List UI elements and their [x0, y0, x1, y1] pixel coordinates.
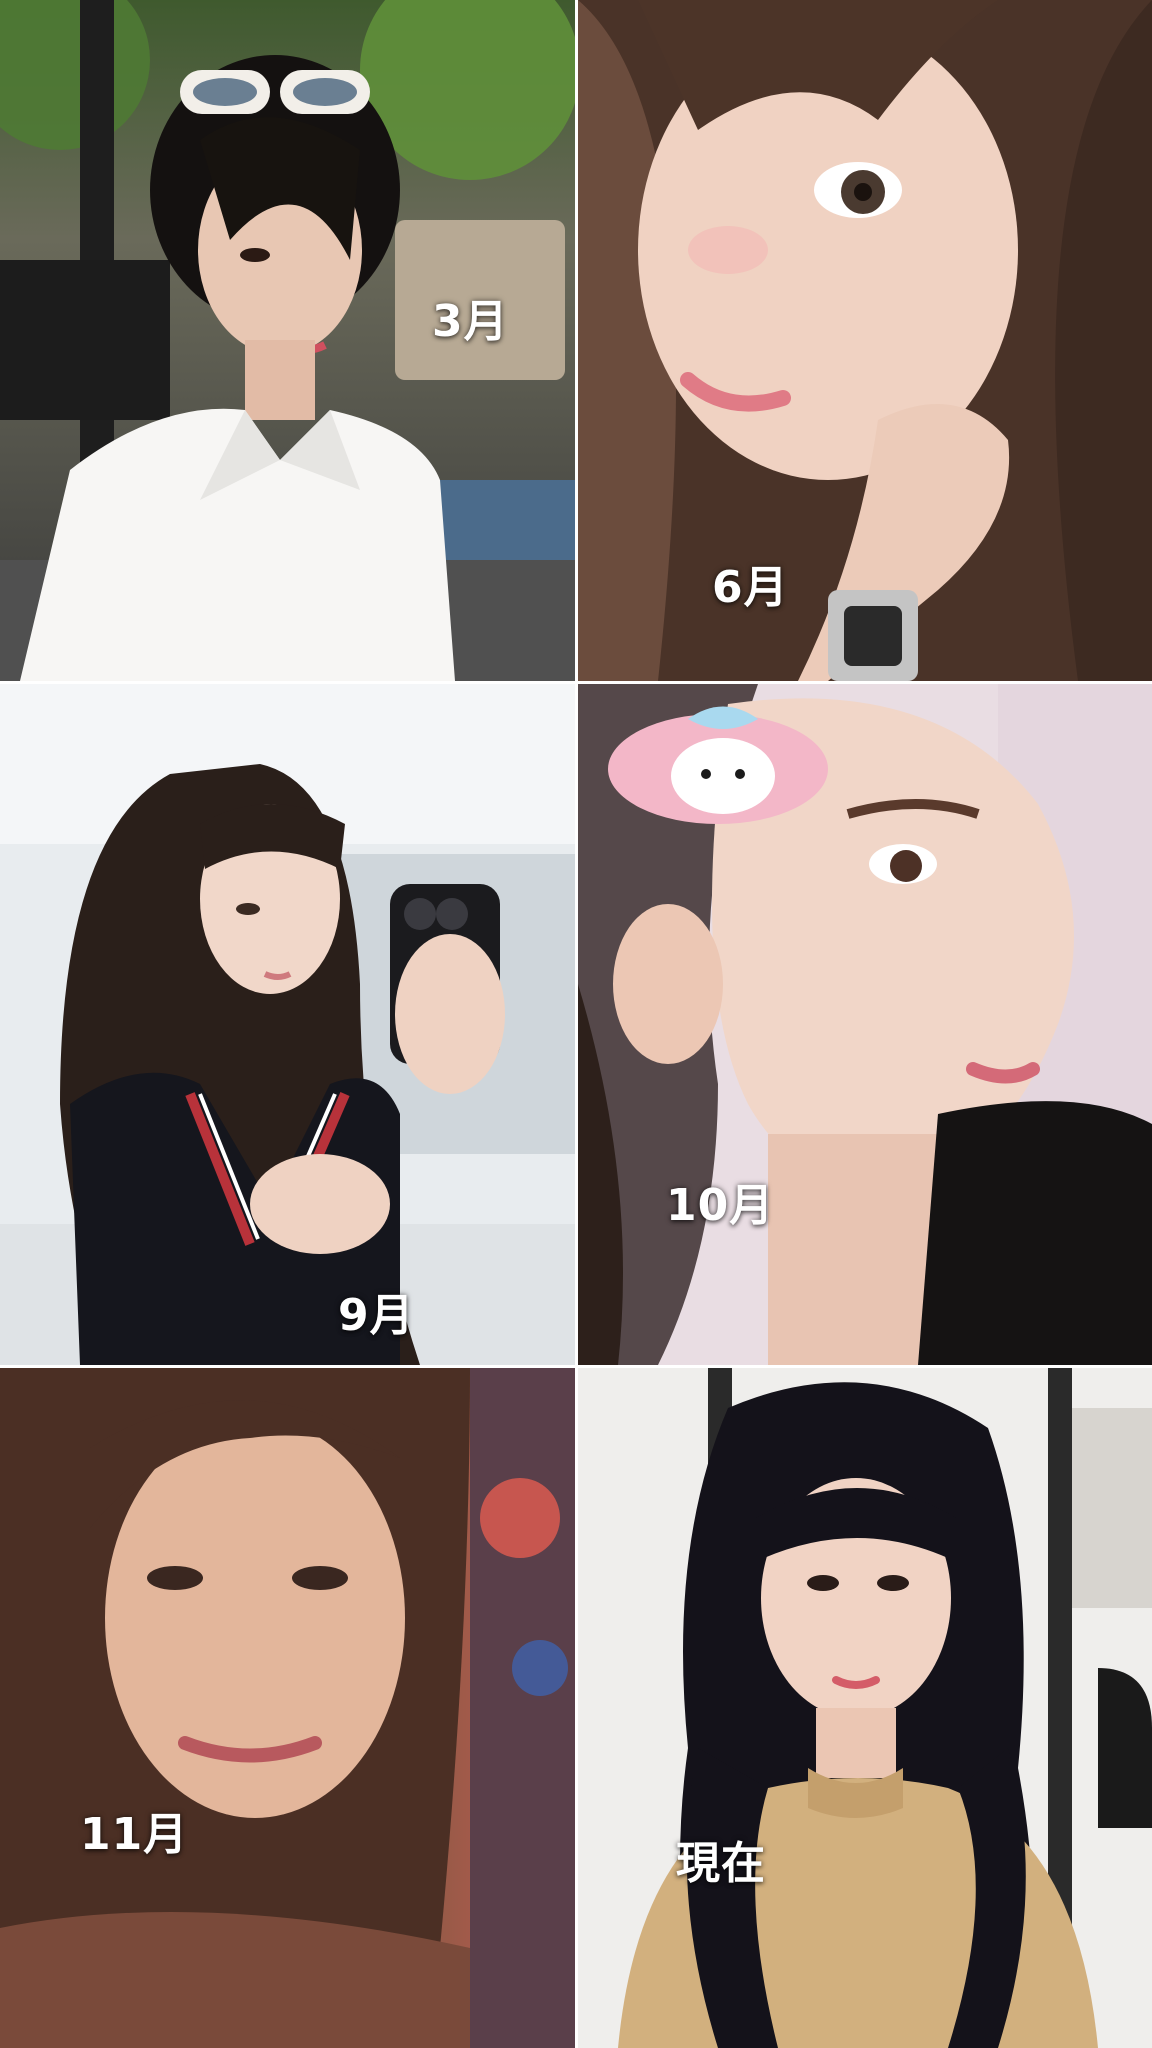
photo-tile-3: 9月	[0, 684, 575, 1365]
photo-collage-grid: 3月 6月 9月 10月 11月 現在	[0, 0, 1152, 2048]
month-label: 6月	[712, 562, 789, 613]
photo-tile-2: 6月	[578, 0, 1152, 681]
month-label: 10月	[666, 1180, 775, 1231]
photo-tile-6: 現在	[578, 1368, 1152, 2048]
photo-tile-4: 10月	[578, 684, 1152, 1365]
photo-blurry-selfie	[0, 1368, 575, 2048]
month-label: 11月	[80, 1809, 189, 1860]
photo-current-long-hair	[578, 1368, 1152, 2048]
month-label: 現在	[676, 1838, 766, 1889]
month-label: 3月	[432, 296, 509, 347]
photo-tile-5: 11月	[0, 1368, 575, 2048]
photo-profile-hair-clip	[578, 684, 1152, 1365]
month-label: 9月	[338, 1290, 415, 1341]
photo-mirror-selfie	[0, 684, 575, 1365]
photo-tile-1: 3月	[0, 0, 575, 681]
photo-closeup-hand-cheek	[578, 0, 1152, 681]
